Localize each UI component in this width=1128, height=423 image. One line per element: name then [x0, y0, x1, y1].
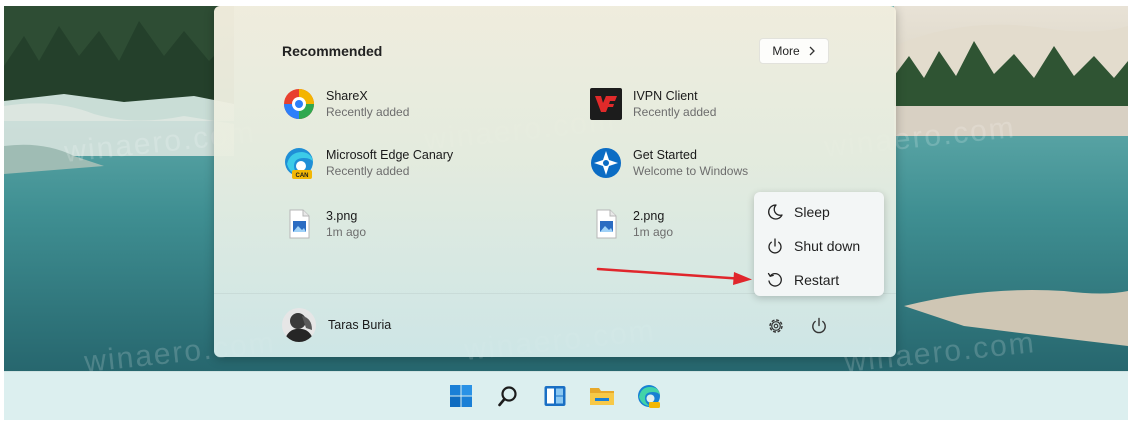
recommended-item-3-png[interactable]: 3.png 1m ago [282, 204, 542, 244]
desktop: winaero.com winaero.com winaero.com wina… [4, 6, 1128, 420]
item-name: Get Started [633, 148, 697, 162]
recommended-item-edge-canary[interactable]: CAN Microsoft Edge Canary Recently added [282, 143, 542, 183]
svg-text:CAN: CAN [296, 173, 309, 179]
more-label: More [772, 44, 800, 58]
get-started-icon [589, 146, 623, 180]
item-subtitle: Recently added [326, 105, 410, 119]
power-icon [768, 238, 782, 254]
item-name: Microsoft Edge Canary [326, 148, 454, 162]
shut-down-label: Shut down [794, 238, 861, 254]
edge-canary-icon: CAN [282, 146, 316, 180]
shut-down-menu-item[interactable]: Shut down [762, 232, 880, 260]
restart-icon [767, 272, 782, 287]
power-icon [812, 317, 826, 334]
item-subtitle: 1m ago [326, 225, 367, 239]
settings-button[interactable] [765, 315, 787, 337]
item-name: 3.png [326, 209, 358, 223]
item-name: ShareX [326, 89, 368, 103]
image-file-icon [282, 207, 316, 241]
sharex-icon [282, 87, 316, 121]
taskbar [4, 371, 1128, 420]
start-button[interactable] [446, 381, 476, 411]
restart-menu-item[interactable]: Restart [762, 266, 880, 294]
widgets-icon [544, 386, 566, 406]
moon-icon [768, 204, 783, 220]
item-subtitle: 1m ago [633, 225, 674, 239]
item-name: 2.png [633, 209, 665, 223]
recommended-item-sharex[interactable]: ShareX Recently added [282, 84, 542, 124]
start-menu: Recommended More ShareX Recently added I… [214, 6, 896, 357]
edge-button[interactable] [634, 381, 664, 411]
power-menu: Sleep Shut down Restart [754, 192, 884, 296]
sleep-label: Sleep [794, 204, 830, 220]
item-subtitle: Welcome to Windows [633, 164, 749, 178]
edge-icon [638, 385, 660, 408]
restart-label: Restart [794, 272, 840, 288]
gear-icon [769, 319, 783, 333]
recommended-heading: Recommended [282, 43, 383, 59]
item-subtitle: Recently added [326, 164, 410, 178]
sleep-menu-item[interactable]: Sleep [762, 198, 880, 226]
windows-start-icon [450, 385, 472, 407]
ivpn-icon [589, 87, 623, 121]
more-button[interactable]: More [759, 38, 829, 64]
recommended-item-ivpn[interactable]: IVPN Client Recently added [589, 84, 849, 124]
file-explorer-button[interactable] [587, 381, 617, 411]
widgets-button[interactable] [540, 381, 570, 411]
search-icon [498, 386, 517, 407]
item-name: IVPN Client [633, 89, 698, 103]
search-button[interactable] [493, 381, 523, 411]
file-explorer-icon [590, 388, 614, 405]
chevron-right-icon [809, 46, 815, 56]
recommended-item-get-started[interactable]: Get Started Welcome to Windows [589, 143, 849, 183]
user-name: Taras Buria [328, 318, 392, 332]
annotation-arrow [596, 267, 752, 285]
power-button[interactable] [808, 315, 830, 337]
user-account-button[interactable]: Taras Buria [282, 308, 391, 342]
avatar [282, 308, 316, 342]
item-subtitle: Recently added [633, 105, 717, 119]
image-file-icon [589, 207, 623, 241]
